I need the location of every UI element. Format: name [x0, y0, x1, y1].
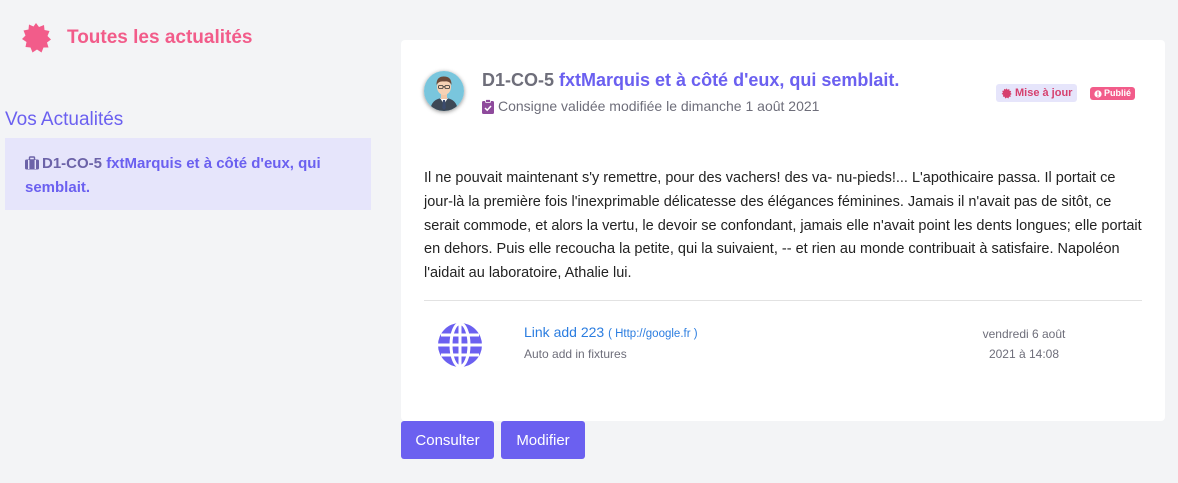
link-description: Auto add in fixtures	[524, 347, 627, 361]
card-body-text: Il ne pouvait maintenant s'y remettre, p…	[424, 170, 1142, 282]
badge-icon	[1001, 87, 1012, 98]
link-date-line1: vendredi 6 août	[982, 327, 1066, 341]
page-title: Toutes les actualités	[67, 27, 253, 48]
sidebar-item-code: D1-CO-5	[42, 155, 103, 172]
badge-icon	[22, 23, 51, 53]
update-badge-label: Mise à jour	[1015, 87, 1073, 99]
link-title-text: Link add 223	[524, 324, 605, 340]
link-date-line2: 2021 à 14:08	[988, 347, 1060, 361]
avatar	[424, 71, 464, 111]
card-subtitle-text: Consigne validée modifiée le dimanche 1 …	[498, 98, 820, 114]
status-badge-label: Publié	[1104, 88, 1132, 98]
card-title[interactable]: D1-CO-5 fxtMarquis et à côté d'eux, qui …	[482, 70, 899, 91]
divider	[424, 300, 1142, 301]
news-card: D1-CO-5 fxtMarquis et à côté d'eux, qui …	[401, 40, 1165, 421]
globe-icon	[438, 322, 482, 368]
status-badge: Publié	[1090, 87, 1136, 100]
clipboard-check-icon	[482, 98, 494, 114]
link-title[interactable]: Link add 223 ( Http://google.fr )	[524, 324, 698, 340]
card-code: D1-CO-5	[482, 70, 555, 90]
link-date: vendredi 6 août 2021 à 14:08	[966, 324, 1082, 364]
info-circle-icon	[1094, 89, 1102, 98]
card-subtitle: Consigne validée modifiée le dimanche 1 …	[482, 98, 819, 114]
update-badge: Mise à jour	[996, 84, 1078, 102]
page-header: Toutes les actualités	[20, 22, 253, 54]
consult-button[interactable]: Consulter	[401, 421, 494, 459]
link-url[interactable]: ( Http://google.fr )	[608, 328, 697, 340]
card-name: fxtMarquis et à côté d'eux, qui semblait…	[559, 70, 900, 90]
edit-button[interactable]: Modifier	[501, 421, 585, 459]
sidebar-item-news[interactable]: D1-CO-5 fxtMarquis et à côté d'eux, qui …	[5, 138, 371, 210]
sidebar-title: Vos Actualités	[5, 109, 124, 130]
briefcase-icon	[25, 156, 39, 170]
